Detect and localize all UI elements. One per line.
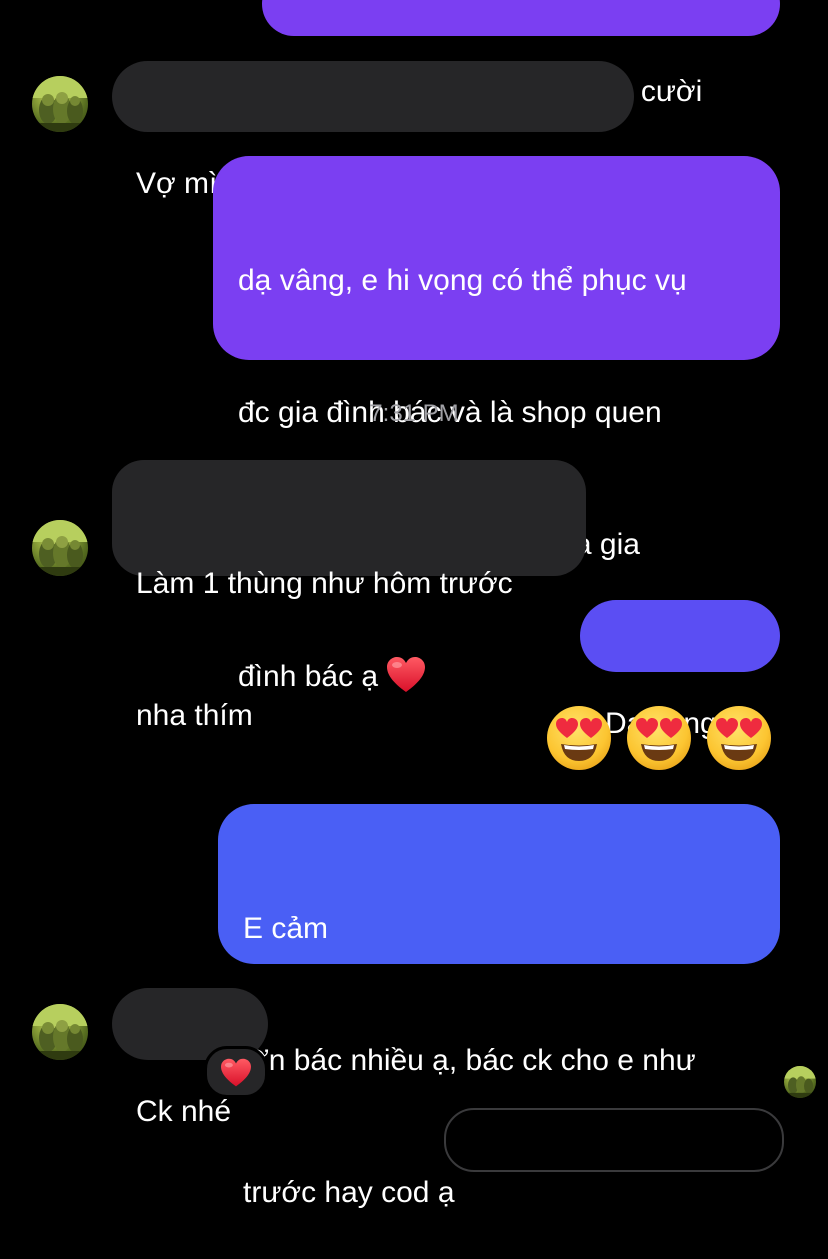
heart-icon [221,1058,251,1087]
message-bubble-incoming[interactable]: Làm 1 thùng như hôm trước nha thím [112,460,586,732]
heart-eyes-icon[interactable] [626,705,692,771]
message-text: dạ vâng, e hi vọng có thể phục vụ [238,264,687,297]
message-text: Làm 1 thùng như hôm trước [136,567,513,600]
avatar[interactable] [32,1004,88,1060]
message-text: nha thím [136,699,253,732]
message-bubble-outgoing[interactable]: E cảm Ơn bác nhiều ạ, bác ck cho e như t… [218,804,780,1209]
reaction-badge[interactable] [204,1046,268,1098]
heart-eyes-icon[interactable] [546,705,612,771]
message-bubble-outgoing[interactable]: dạ vâng, e hi vọng có thể phục vụ đc gia… [213,156,780,693]
avatar[interactable] [32,76,88,132]
message-bubble-incoming[interactable]: Vợ mình rất khoái mấy món này [112,61,634,200]
message-text: trước hay cod ạ [243,1176,455,1209]
message-timestamp: 7:31 PM [369,400,459,427]
heart-eyes-icon[interactable] [706,705,772,771]
message-bubble-outgoing[interactable]: =)) e cũ vừa vui vừa buồn cười [262,0,780,108]
read-receipt-avatar [784,1066,816,1098]
message-text: E cảm [243,912,329,945]
message-bubble-outgoing[interactable]: Dạ vâng ạ [580,600,780,740]
message-text: Ơn bác nhiều ạ, bác ck cho e như [243,1044,696,1077]
avatar[interactable] [32,520,88,576]
composer-input[interactable] [444,1108,784,1172]
